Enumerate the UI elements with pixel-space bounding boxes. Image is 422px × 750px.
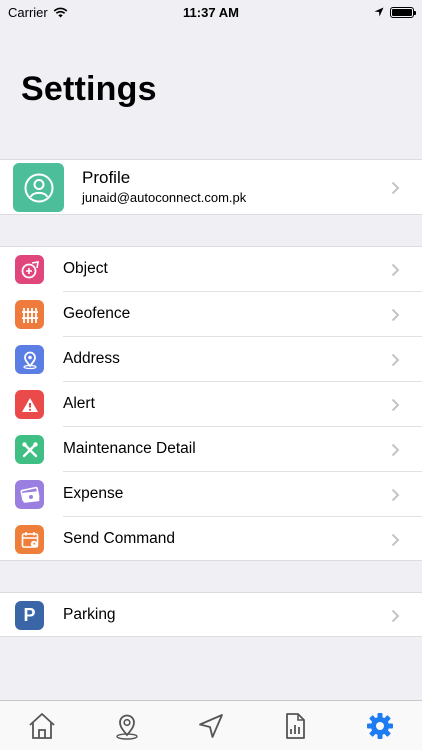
chevron-right-icon bbox=[391, 398, 400, 411]
menu-item-label: Send Command bbox=[63, 530, 176, 547]
menu-item-label: Object bbox=[63, 260, 108, 277]
location-pin-icon bbox=[15, 345, 44, 374]
tab-reports[interactable] bbox=[265, 701, 325, 750]
parking-icon: P bbox=[15, 601, 44, 630]
avatar bbox=[13, 163, 64, 212]
menu-item-label: Expense bbox=[63, 485, 124, 502]
navigation-arrow-icon bbox=[199, 713, 223, 738]
money-icon bbox=[15, 480, 44, 509]
tab-navigation[interactable] bbox=[181, 701, 241, 750]
status-bar: Carrier 11:37 AM bbox=[0, 0, 422, 24]
profile-row[interactable]: Profile junaid@autoconnect.com.pk bbox=[0, 160, 422, 215]
menu-item-label: Address bbox=[63, 350, 120, 367]
location-services-icon bbox=[374, 7, 384, 17]
chevron-right-icon bbox=[391, 609, 400, 622]
menu-item-label: Alert bbox=[63, 395, 95, 412]
menu-item-address[interactable]: Address bbox=[0, 337, 422, 382]
page-title: Settings bbox=[21, 70, 157, 108]
parking-letter: P bbox=[23, 605, 36, 625]
menu-item-label: Geofence bbox=[63, 305, 131, 322]
settings-gear-icon bbox=[366, 712, 393, 739]
menu-section: Object Geofence Address Alert Maintenanc… bbox=[0, 246, 422, 561]
warning-icon bbox=[15, 390, 44, 419]
calendar-command-icon bbox=[15, 525, 44, 554]
menu-item-geofence[interactable]: Geofence bbox=[0, 292, 422, 337]
chevron-right-icon bbox=[391, 353, 400, 366]
menu-item-parking[interactable]: P Parking bbox=[0, 593, 422, 638]
tab-home[interactable] bbox=[12, 701, 72, 750]
user-avatar-icon bbox=[24, 173, 53, 202]
profile-section: Profile junaid@autoconnect.com.pk bbox=[0, 159, 422, 215]
home-icon bbox=[29, 712, 55, 739]
menu-item-expense[interactable]: Expense bbox=[0, 472, 422, 517]
carrier-label: Carrier bbox=[8, 4, 48, 20]
chevron-right-icon bbox=[391, 181, 400, 194]
profile-name: Profile bbox=[82, 168, 131, 187]
tab-location[interactable] bbox=[97, 701, 157, 750]
battery-icon bbox=[390, 6, 416, 18]
menu-item-maintenance-detail[interactable]: Maintenance Detail bbox=[0, 427, 422, 472]
tab-settings[interactable] bbox=[350, 701, 410, 750]
chevron-right-icon bbox=[391, 308, 400, 321]
menu-item-label: Parking bbox=[63, 606, 116, 623]
parking-section: P Parking bbox=[0, 592, 422, 637]
chevron-right-icon bbox=[391, 488, 400, 501]
object-icon bbox=[15, 255, 44, 284]
location-pin-icon bbox=[115, 714, 138, 740]
fence-icon bbox=[15, 300, 44, 329]
menu-item-alert[interactable]: Alert bbox=[0, 382, 422, 427]
menu-item-object[interactable]: Object bbox=[0, 247, 422, 292]
tab-bar bbox=[0, 700, 422, 750]
tools-icon bbox=[15, 435, 44, 464]
report-icon bbox=[286, 712, 306, 739]
menu-item-send-command[interactable]: Send Command bbox=[0, 517, 422, 562]
chevron-right-icon bbox=[391, 443, 400, 456]
chevron-right-icon bbox=[391, 263, 400, 276]
chevron-right-icon bbox=[391, 533, 400, 546]
wifi-icon bbox=[53, 7, 68, 17]
profile-email: junaid@autoconnect.com.pk bbox=[82, 190, 247, 205]
menu-item-label: Maintenance Detail bbox=[63, 440, 196, 457]
